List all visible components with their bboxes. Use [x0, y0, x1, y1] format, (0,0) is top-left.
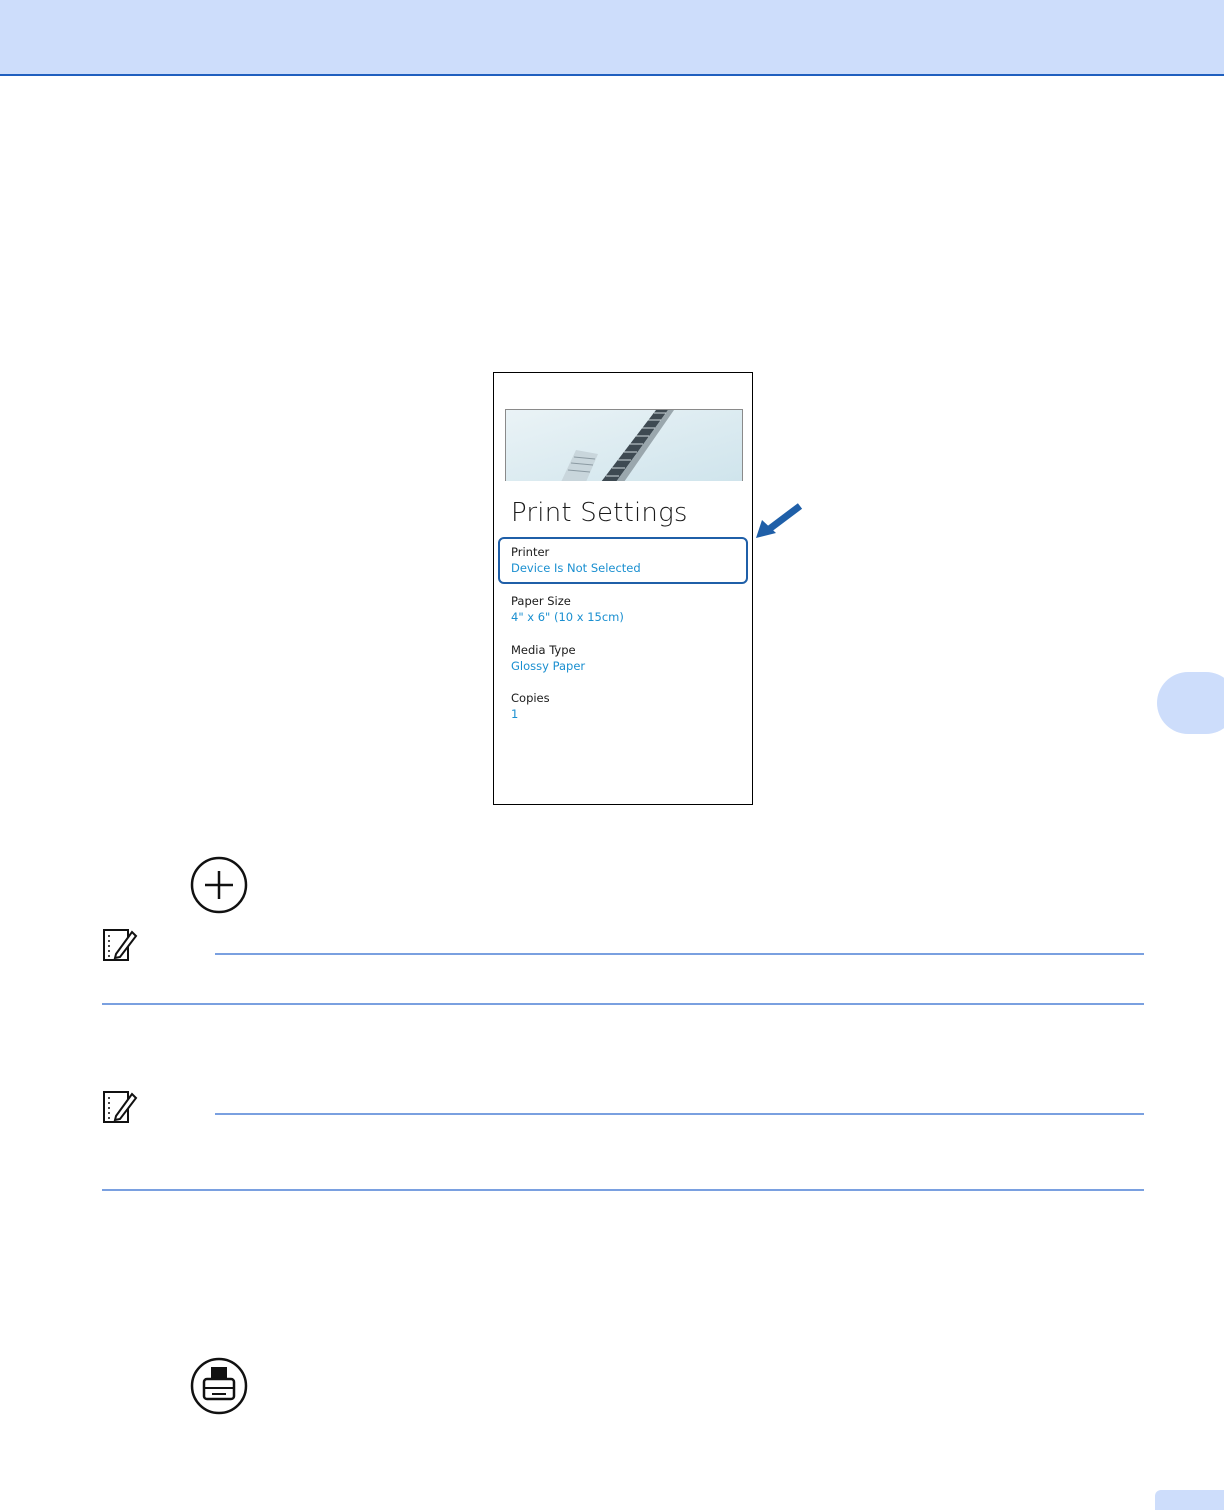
- setting-label: Copies: [511, 691, 550, 705]
- note-top-rule: [215, 1113, 1144, 1115]
- setting-printer[interactable]: Printer Device Is Not Selected: [511, 544, 741, 576]
- setting-paper-size[interactable]: Paper Size 4" x 6" (10 x 15cm): [511, 593, 741, 625]
- plus-circle-icon: [190, 856, 248, 914]
- setting-value: Glossy Paper: [511, 659, 586, 673]
- chapter-tab: [1157, 672, 1224, 734]
- printer-circle-icon: [190, 1357, 248, 1415]
- setting-value: 1: [511, 707, 519, 721]
- phone-screenshot: Print Settings Printer Device Is Not Sel…: [493, 372, 753, 805]
- screen-title: Print Settings: [511, 498, 688, 528]
- page-number-tab: [1155, 1490, 1224, 1510]
- setting-label: Media Type: [511, 643, 576, 657]
- photo-preview: [505, 409, 743, 481]
- setting-label: Printer: [511, 545, 550, 559]
- note-bottom-rule: [102, 1189, 1144, 1191]
- arrow-icon: [756, 503, 803, 538]
- setting-label: Paper Size: [511, 594, 571, 608]
- setting-value: 4" x 6" (10 x 15cm): [511, 610, 624, 624]
- note-pencil-icon: [103, 929, 138, 961]
- note-pencil-icon: [103, 1091, 138, 1123]
- building-image: [506, 410, 742, 481]
- note-top-rule: [215, 953, 1144, 955]
- header-band: [0, 0, 1224, 76]
- setting-copies[interactable]: Copies 1: [511, 690, 741, 722]
- setting-value: Device Is Not Selected: [511, 561, 641, 575]
- setting-media-type[interactable]: Media Type Glossy Paper: [511, 642, 741, 674]
- note-bottom-rule: [102, 1003, 1144, 1005]
